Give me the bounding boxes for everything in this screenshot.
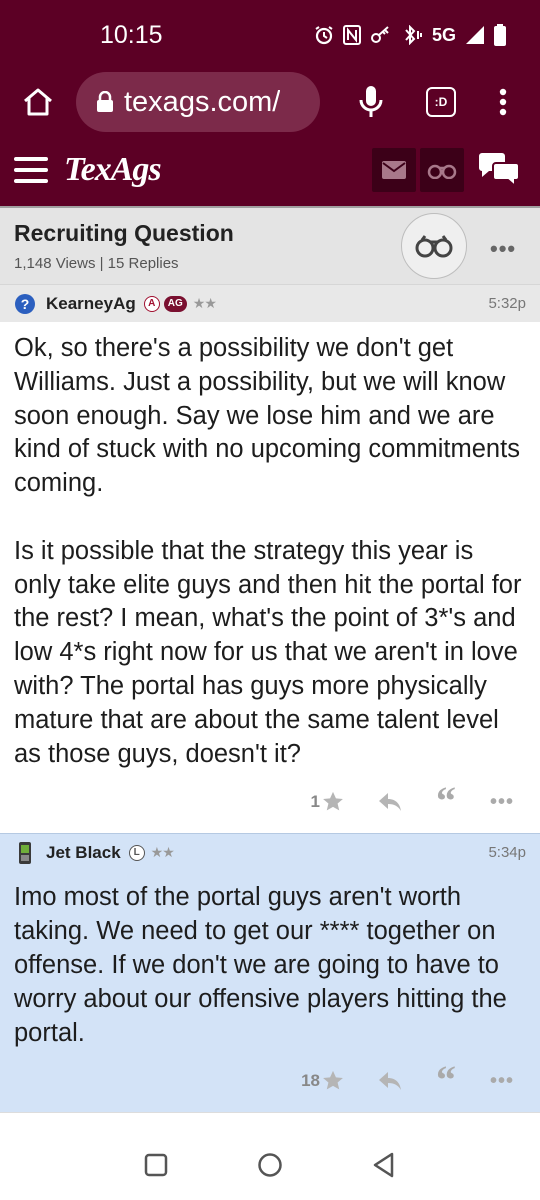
clock: 10:15 xyxy=(100,20,163,49)
thread-more-button[interactable]: ••• xyxy=(490,236,516,262)
tab-switcher-button[interactable]: :D xyxy=(426,87,456,117)
key-icon xyxy=(370,26,389,43)
post-header: ? KearneyAg A AG ★★ 5:32p xyxy=(0,284,540,322)
like-button[interactable]: 18 xyxy=(301,1070,344,1092)
more-vert-icon xyxy=(499,88,507,116)
post-actions: 18 “ ••• xyxy=(0,1050,540,1113)
signal-icon xyxy=(466,26,484,44)
url-bar[interactable]: texags.com/ xyxy=(76,72,320,132)
thread-title: Recruiting Question xyxy=(14,220,234,246)
star-icon xyxy=(323,792,343,811)
menu-bar-icon xyxy=(14,168,48,172)
menu-bar-icon xyxy=(14,179,48,183)
user-badge: A xyxy=(143,295,160,312)
home-icon xyxy=(24,88,52,116)
post-more-button[interactable]: ••• xyxy=(490,791,514,814)
post-time: 5:32p xyxy=(488,295,526,312)
alarm-icon xyxy=(315,26,333,45)
system-nav-bar xyxy=(0,1130,540,1200)
post-more-button[interactable]: ••• xyxy=(490,1070,514,1093)
phone-avatar-icon xyxy=(19,841,31,864)
post-header: Jet Black L ★★ 5:34p xyxy=(0,833,540,872)
home-button[interactable] xyxy=(20,84,56,120)
quote-button[interactable]: “ xyxy=(436,1060,456,1100)
avatar[interactable]: ? xyxy=(14,293,36,315)
question-avatar-icon: ? xyxy=(15,293,35,314)
username[interactable]: KearneyAg xyxy=(46,294,136,314)
user-rating-stars: ★★ xyxy=(150,844,175,861)
reply-icon[interactable] xyxy=(378,792,402,812)
binoculars-icon xyxy=(427,164,457,179)
nfc-icon xyxy=(342,25,361,45)
binoculars-icon xyxy=(415,235,453,258)
browser-toolbar: texags.com/ :D xyxy=(0,70,540,134)
network-type: 5G xyxy=(431,24,456,45)
post-time: 5:34p xyxy=(488,844,526,862)
bluetooth-vibrate-icon xyxy=(405,25,422,45)
user-rating-stars: ★★ xyxy=(192,295,217,311)
site-logo[interactable]: TexAgs xyxy=(64,151,162,189)
site-actions xyxy=(372,148,524,192)
back-icon[interactable] xyxy=(372,1152,396,1178)
lock-icon xyxy=(97,91,113,112)
recents-icon[interactable] xyxy=(144,1153,168,1177)
like-count: 1 xyxy=(310,792,320,812)
browser-menu-button[interactable] xyxy=(498,87,508,117)
reply-icon[interactable] xyxy=(378,1071,402,1091)
thread-info: Recruiting Question 1,148 Views | 15 Rep… xyxy=(14,220,234,272)
chat-button[interactable] xyxy=(474,148,524,192)
menu-bar-icon xyxy=(14,157,48,161)
user-badge: L xyxy=(128,844,145,861)
like-button[interactable]: 1 xyxy=(311,791,344,813)
username[interactable]: Jet Black xyxy=(46,843,121,863)
quote-button[interactable]: “ xyxy=(436,781,456,821)
follow-thread-button[interactable] xyxy=(401,213,467,279)
chat-bubbles-icon xyxy=(479,153,520,188)
ag-badge: AG xyxy=(163,295,187,312)
watchlist-button[interactable] xyxy=(420,148,464,192)
microphone-icon xyxy=(359,86,383,117)
post-body: Ok, so there's a possibility we don't ge… xyxy=(14,334,522,768)
post-body: Imo most of the portal guys aren't worth… xyxy=(0,871,540,1051)
avatar[interactable] xyxy=(14,841,36,864)
status-icons: 5G xyxy=(314,24,506,46)
messages-button[interactable] xyxy=(372,148,416,192)
home-nav-icon[interactable] xyxy=(257,1152,283,1178)
menu-button[interactable] xyxy=(14,157,48,183)
thread-meta: 1,148 Views | 15 Replies xyxy=(14,255,179,272)
site-header: TexAgs xyxy=(0,134,540,206)
status-bar: 10:15 5G xyxy=(0,0,540,70)
thread-header: Recruiting Question 1,148 Views | 15 Rep… xyxy=(0,206,540,284)
svg-text:?: ? xyxy=(21,296,30,312)
mail-icon xyxy=(382,161,406,179)
post-actions: 1 “ ••• xyxy=(0,771,540,833)
voice-search-button[interactable] xyxy=(356,84,386,120)
like-count: 18 xyxy=(301,1071,320,1091)
post-divider xyxy=(0,1112,540,1121)
star-icon xyxy=(323,1071,343,1090)
battery-icon xyxy=(494,24,506,46)
url-text: texags.com/ xyxy=(124,85,281,118)
